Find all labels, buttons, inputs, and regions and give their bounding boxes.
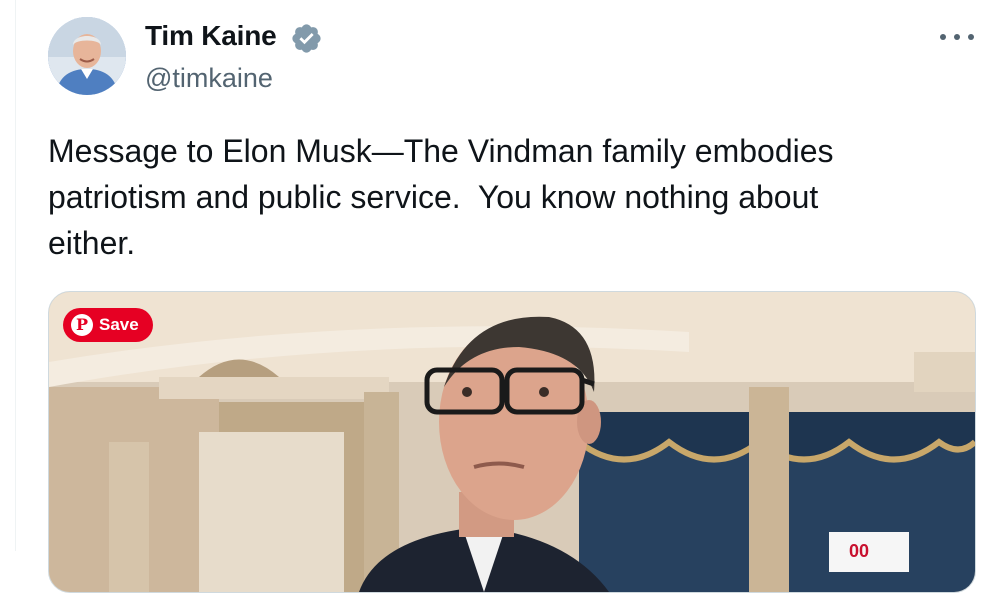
verified-badge-icon[interactable] [290, 22, 323, 55]
avatar[interactable] [48, 17, 126, 95]
tweet-text: Message to Elon Musk—The Vindman family … [48, 133, 834, 261]
more-dot [954, 34, 960, 40]
author-handle[interactable]: @timkaine [145, 61, 273, 95]
more-dot [968, 34, 974, 40]
save-button-label: Save [99, 315, 139, 334]
svg-text:00: 00 [849, 541, 869, 561]
more-dot [940, 34, 946, 40]
pinterest-icon: P [71, 314, 93, 336]
more-horizontal-icon[interactable] [940, 22, 974, 52]
avatar-image [48, 17, 126, 95]
photo: 00 [49, 292, 975, 592]
author-display-name[interactable]: Tim Kaine [145, 18, 277, 54]
tweet-media-image[interactable]: 00 [48, 291, 976, 593]
timeline-divider [15, 0, 16, 551]
pinterest-save-button[interactable]: P Save [63, 308, 153, 342]
